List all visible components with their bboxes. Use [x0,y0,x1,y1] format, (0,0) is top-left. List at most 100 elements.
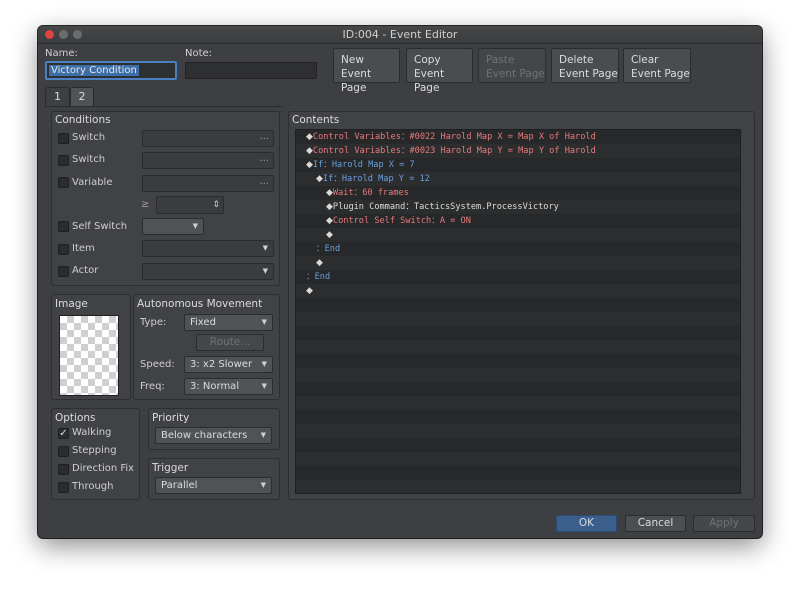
command-row[interactable]: ◆Control Self Switch：A = ON [296,214,740,228]
walking-checkbox[interactable]: ✓ [58,428,69,439]
command-row[interactable] [296,326,740,340]
stepping-checkbox[interactable] [58,446,69,457]
movement-type-value: Fixed [190,317,216,328]
diamond-icon: ◆ [326,216,333,226]
actor-label: Actor [72,265,99,276]
command-argument: ：#0023 Harold Map Y = Map Y of Harold [400,146,596,156]
tab-page-1[interactable]: 1 [45,87,70,107]
chevron-down-icon: ▼ [260,431,266,439]
options-title: Options [55,412,96,424]
command-row[interactable]: ◆Wait：60 frames [296,186,740,200]
variable-selector[interactable]: ... [142,175,274,192]
switch1-selector[interactable]: ... [142,130,274,147]
item-checkbox[interactable] [58,244,69,255]
movement-freq-value: 3: Normal [190,381,240,392]
switch1-checkbox[interactable] [58,133,69,144]
command-row[interactable] [296,452,740,466]
command-argument: ：A = ON [431,216,471,226]
command-argument: ：TacticsSystem.ProcessVictory [405,202,559,212]
cancel-button[interactable]: Cancel [625,515,686,532]
name-field[interactable]: Victory Condition [45,61,177,80]
command-row[interactable] [296,340,740,354]
self-switch-select[interactable]: ▼ [142,218,204,235]
diamond-icon: ◆ [326,230,333,240]
command-row[interactable]: ◆ [296,284,740,298]
route-button[interactable]: Route... [196,334,264,351]
trigger-select[interactable]: Parallel ▼ [155,477,272,494]
command-row[interactable]: ：End [296,270,740,284]
tab-page-2[interactable]: 2 [70,87,94,107]
chevron-down-icon: ▼ [192,222,198,230]
apply-button[interactable]: Apply [693,515,755,532]
command-list[interactable]: ◆Control Variables：#0022 Harold Map X = … [295,129,741,494]
command-row[interactable] [296,396,740,410]
switch2-more-icon: ... [259,153,269,164]
delete-event-page-button[interactable]: Delete Event Page [551,48,619,83]
actor-checkbox[interactable] [58,266,69,277]
item-select[interactable]: ▼ [142,240,274,257]
command-row[interactable] [296,438,740,452]
command-row[interactable]: ：End [296,242,740,256]
command-row[interactable]: ◆If：Harold Map Y = 12 [296,172,740,186]
direction-fix-checkbox[interactable] [58,464,69,475]
gte-symbol: ≥ [141,199,150,210]
movement-type-select[interactable]: Fixed ▼ [184,314,273,331]
command-name: Control Variables [312,132,401,142]
command-argument: ：#0022 Harold Map X = Map X of Harold [400,132,596,142]
movement-type-label: Type: [140,317,167,328]
command-row[interactable]: ◆If：Harold Map X = 7 [296,158,740,172]
movement-freq-label: Freq: [140,381,165,392]
command-name: Control Variables [312,146,401,156]
item-label: Item [72,243,95,254]
movement-speed-label: Speed: [140,359,175,370]
diamond-icon: ◆ [306,132,313,142]
through-checkbox[interactable] [58,482,69,493]
command-row[interactable] [296,480,740,493]
event-image-preview[interactable] [59,315,119,396]
command-row[interactable]: ◆Control Variables：#0023 Harold Map Y = … [296,144,740,158]
command-argument: ：Harold Map Y = 12 [333,174,430,184]
command-row[interactable]: ◆Control Variables：#0022 Harold Map X = … [296,130,740,144]
command-row[interactable]: ◆ [296,256,740,270]
new-event-page-button[interactable]: New Event Page [333,48,400,94]
direction-fix-label: Direction Fix [72,463,135,474]
switch2-checkbox[interactable] [58,155,69,166]
movement-speed-value: 3: x2 Slower [190,359,253,370]
priority-title: Priority [152,412,190,424]
command-row[interactable] [296,410,740,424]
command-row[interactable] [296,298,740,312]
command-row[interactable] [296,312,740,326]
self-switch-checkbox[interactable] [58,221,69,232]
diamond-icon: ◆ [306,286,313,296]
clear-event-page-button[interactable]: Clear Event Page [623,48,691,83]
diamond-icon: ◆ [316,174,323,184]
actor-select[interactable]: ▼ [142,263,274,280]
movement-freq-select[interactable]: 3: Normal ▼ [184,378,273,395]
command-row[interactable]: ◆Plugin Command：TacticsSystem.ProcessVic… [296,200,740,214]
diamond-icon: ◆ [316,258,323,268]
note-field[interactable] [185,62,317,79]
stepping-label: Stepping [72,445,117,456]
variable-checkbox[interactable] [58,177,69,188]
stepper-arrows-icon[interactable]: ⇕ [212,198,220,213]
command-row[interactable] [296,382,740,396]
priority-select[interactable]: Below characters ▼ [155,427,272,444]
window-title: ID:004 - Event Editor [342,28,458,41]
command-row[interactable] [296,354,740,368]
command-row[interactable] [296,424,740,438]
ok-button[interactable]: OK [556,515,617,532]
movement-speed-select[interactable]: 3: x2 Slower ▼ [184,356,273,373]
paste-event-page-button[interactable]: Paste Event Page [478,48,546,83]
tab-divider [45,106,282,107]
variable-value-stepper[interactable]: ⇕ [156,196,224,214]
chevron-down-icon: ▼ [262,244,268,252]
command-row[interactable] [296,368,740,382]
copy-event-page-button[interactable]: Copy Event Page [406,48,473,94]
chevron-down-icon: ▼ [260,481,266,489]
command-row[interactable]: ◆ [296,228,740,242]
variable-more-icon: ... [259,176,269,187]
priority-value: Below characters [161,430,248,441]
switch2-selector[interactable]: ... [142,152,274,169]
command-row[interactable] [296,466,740,480]
command-name: If [322,174,334,184]
